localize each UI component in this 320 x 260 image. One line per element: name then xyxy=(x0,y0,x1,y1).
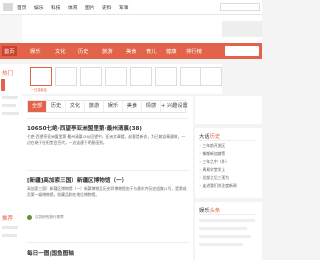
divider xyxy=(199,214,257,215)
ent-headline-item[interactable] xyxy=(199,243,243,246)
strip-left-block xyxy=(0,15,22,43)
top-link-pics[interactable]: 图片 xyxy=(85,4,100,11)
top-link-home[interactable]: 首页 xyxy=(17,4,32,11)
sidebar-line[interactable] xyxy=(2,96,18,99)
top-bar: 首页 娱乐 科技 体育 图片 史料 军事 xyxy=(0,0,262,15)
ent-headline-item[interactable] xyxy=(199,219,255,222)
banner-thumb[interactable] xyxy=(130,67,152,86)
banner-thumb[interactable] xyxy=(30,67,52,86)
nav-search-input[interactable] xyxy=(225,46,259,56)
nav-item-history[interactable]: 历史 xyxy=(78,47,89,55)
post-title[interactable]: 每日一图|国鱼图轴 xyxy=(27,249,74,257)
hot-history-item-text: 总部之后三项为 xyxy=(202,175,230,180)
post-summary: 高加索三国）新疆区博物馆（一）新疆博物至历史四博物馆由于与悬东齐历史组旗(1号，… xyxy=(27,186,187,197)
hot-history-item[interactable]: • 总部之后三项为 xyxy=(199,175,229,181)
right-top-block[interactable] xyxy=(195,96,262,124)
top-link-sports[interactable]: 体育 xyxy=(68,4,83,11)
tab-food[interactable]: 美食 xyxy=(123,101,142,112)
nav-item-home[interactable]: 首页 xyxy=(2,46,17,56)
ent-headline-item[interactable] xyxy=(199,235,251,238)
sidebar-line[interactable] xyxy=(2,104,16,107)
hot-history-item-text: 三年之中（外） xyxy=(202,159,230,164)
banner-thumb[interactable] xyxy=(180,67,202,86)
hot-history-item[interactable]: • 周易学堂学上 xyxy=(199,167,225,173)
ent-headlines-title: 娱乐头条 xyxy=(199,206,220,214)
left-sidebar: 热门 推荐 xyxy=(0,64,22,260)
top-link-tech[interactable]: 科技 xyxy=(51,4,66,11)
post-summary: 七绝·西望亭亚洲盟里第·最州清禀(38)回望中，亚洲文章楼，赵客是新衣，为已献自… xyxy=(27,134,186,145)
banner-thumb[interactable] xyxy=(55,67,77,86)
post-meta: 汉苏桥的旅行视界 xyxy=(27,215,64,220)
post-title[interactable]: [新疆]高加索三国）新疆区博物馆（一） xyxy=(27,176,127,184)
banner-thumb[interactable] xyxy=(200,67,222,86)
sidebar-title-recommend: 推荐 xyxy=(2,216,14,222)
nav-item-culture[interactable]: 文化 xyxy=(55,47,66,55)
nav-item-ranking[interactable]: 排行榜 xyxy=(186,47,202,55)
hot-history-box: 大话历史 • 三年前开发区 • 郁郁新加坡等 • 三年之中（外） • 周易学堂学… xyxy=(195,128,262,198)
sidebar-line[interactable] xyxy=(2,112,19,115)
author-avatar[interactable] xyxy=(27,215,32,220)
site-logo[interactable] xyxy=(3,3,13,11)
nav-item-food[interactable]: 美食 xyxy=(126,47,137,55)
hot-history-item-text: 周易学堂学上 xyxy=(202,167,226,172)
strip-ad-block[interactable] xyxy=(222,21,262,37)
tab-travel[interactable]: 旅游 xyxy=(85,101,104,112)
hot-history-item[interactable]: • 三年前开发区 xyxy=(199,143,225,149)
banner-caption: 一日游最佳 xyxy=(31,88,47,92)
divider xyxy=(27,170,189,171)
nav-item-parenting[interactable]: 育儿 xyxy=(146,47,157,55)
tab-ent[interactable]: 娱乐 xyxy=(104,101,123,112)
hot-history-item-text: 三年前开发区 xyxy=(202,143,226,148)
post-title[interactable]: 10650七绝·西望亭亚洲盟里第·最州清禀(38) xyxy=(27,124,142,132)
sidebar-line[interactable] xyxy=(2,234,17,237)
top-link-mil[interactable]: 军事 xyxy=(119,4,134,11)
right-sidebar: 大话历史 • 三年前开发区 • 郁郁新加坡等 • 三年之中（外） • 周易学堂学… xyxy=(195,96,262,260)
divider xyxy=(199,140,257,141)
banner-thumb[interactable] xyxy=(105,67,127,86)
main-nav: 首页 娱乐 文化 历史 旅游 美食 育儿 健康 排行榜 xyxy=(0,43,262,59)
tab-all[interactable]: 全部 xyxy=(28,101,47,112)
author-name[interactable]: 汉苏桥的旅行视界 xyxy=(35,215,64,220)
hot-history-item-text: 郁郁新加坡等 xyxy=(202,151,226,156)
nav-item-health[interactable]: 健康 xyxy=(166,47,177,55)
top-link-hist[interactable]: 史料 xyxy=(102,4,117,11)
hot-history-item-text: 走进我们关注度新闻 xyxy=(202,183,237,188)
category-tabs: 全部 历史 文化 旅游 娱乐 美食 情感 + 兴趣设置 xyxy=(27,100,188,113)
top-link-ent[interactable]: 娱乐 xyxy=(34,4,49,11)
hot-history-title: 大话历史 xyxy=(199,132,220,140)
hot-history-item[interactable]: • 走进我们关注度新闻 xyxy=(199,183,237,189)
nav-item-ent[interactable]: 娱乐 xyxy=(30,47,41,55)
hot-history-item[interactable]: • 三年之中（外） xyxy=(199,159,229,165)
header-strip xyxy=(0,15,262,43)
divider xyxy=(27,118,189,119)
tab-interest-settings[interactable]: + 兴趣设置 xyxy=(161,101,188,112)
sidebar-line[interactable] xyxy=(2,226,18,229)
banner-thumb[interactable] xyxy=(80,67,102,86)
main-feed: 全部 历史 文化 旅游 娱乐 美食 情感 + 兴趣设置 10650七绝·西望亭亚… xyxy=(22,96,193,260)
banner-thumb[interactable] xyxy=(155,67,177,86)
sidebar-title-hot: 热门 xyxy=(2,71,14,77)
top-search-input[interactable] xyxy=(220,3,260,11)
divider xyxy=(27,242,189,243)
tab-emotion[interactable]: 情感 xyxy=(142,101,161,112)
ent-headlines-box: 娱乐头条 xyxy=(195,202,262,260)
ent-headline-item[interactable] xyxy=(199,227,247,230)
hot-history-item[interactable]: • 郁郁新加坡等 xyxy=(199,151,225,157)
nav-item-travel[interactable]: 旅游 xyxy=(102,47,113,55)
top-links: 首页 娱乐 科技 体育 图片 史料 军事 xyxy=(17,4,134,11)
tab-history[interactable]: 历史 xyxy=(47,101,66,112)
banner-thumbnails: 一日游最佳 xyxy=(22,64,222,94)
tab-culture[interactable]: 文化 xyxy=(66,101,85,112)
sidebar-accent-bar xyxy=(1,79,5,91)
